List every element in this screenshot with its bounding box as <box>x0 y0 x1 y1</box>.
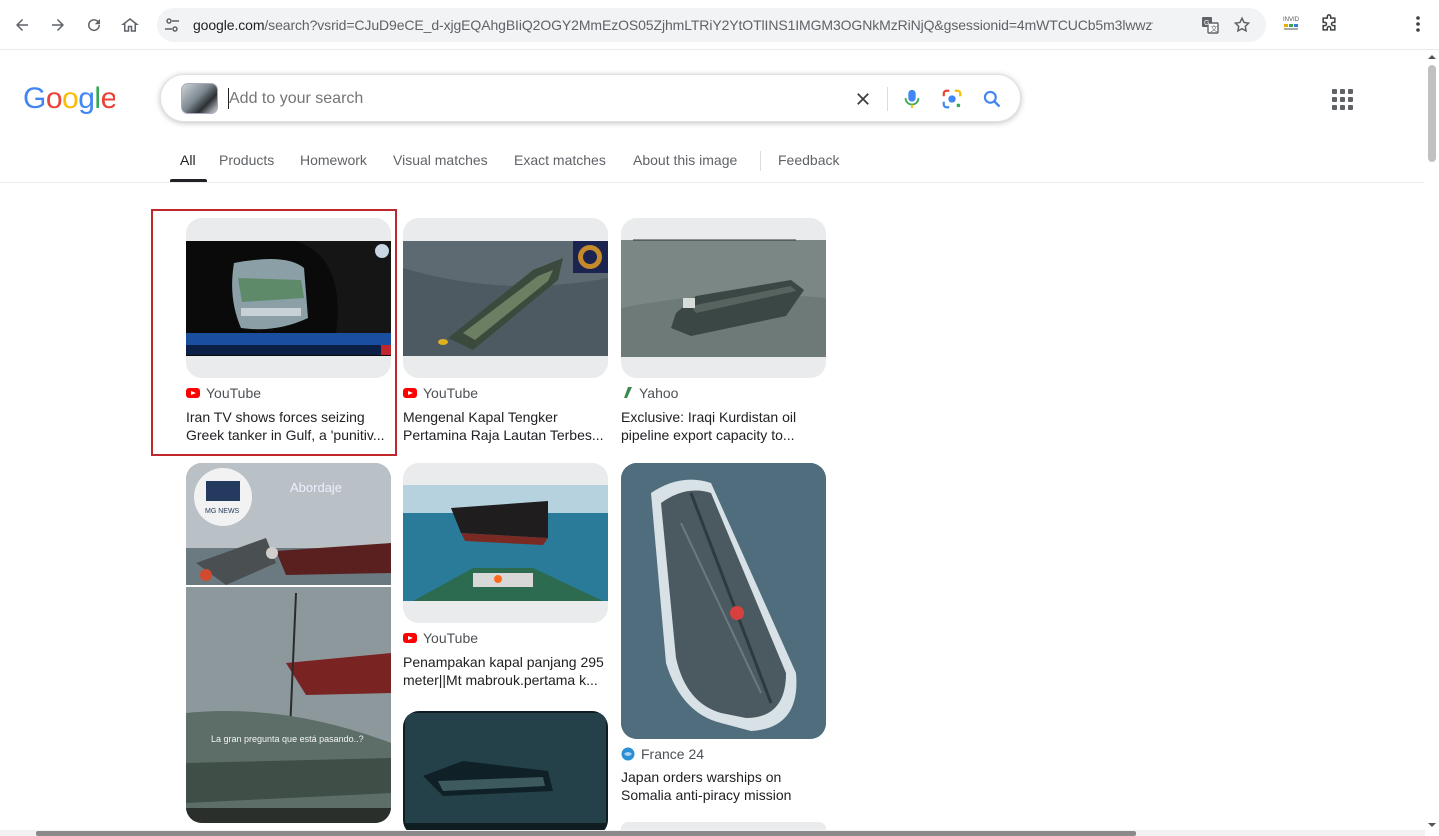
scroll-up-icon[interactable] <box>1425 52 1439 62</box>
result-source[interactable]: YouTube <box>403 630 478 646</box>
vertical-scrollbar[interactable] <box>1425 50 1439 836</box>
tab-separator <box>760 151 761 171</box>
overlay-caption: La gran pregunta que está pasando..? <box>211 734 364 744</box>
tab-feedback[interactable]: Feedback <box>778 152 839 168</box>
search-box[interactable] <box>160 74 1021 122</box>
url-host: google.com <box>193 17 265 33</box>
search-divider <box>887 87 888 111</box>
svg-text:Google: Google <box>23 82 115 115</box>
tab-all[interactable]: All <box>180 152 196 168</box>
highlight-box <box>151 209 397 456</box>
forward-button[interactable] <box>42 9 74 41</box>
reload-icon <box>88 19 101 32</box>
source-name: YouTube <box>423 385 479 401</box>
result-card[interactable]: France 24 Japan orders warships on Somal… <box>621 463 826 808</box>
scroll-down-icon[interactable] <box>1425 820 1439 830</box>
reload-button[interactable] <box>78 9 110 41</box>
clear-icon[interactable] <box>851 87 875 111</box>
url-text[interactable]: google.com/search?vsrid=CJuD9eCE_d-xjgEQ… <box>193 17 1153 33</box>
site-info-icon[interactable] <box>164 17 180 33</box>
back-button[interactable] <box>6 9 38 41</box>
result-card[interactable]: YouTube Mengenal Kapal Tengker Pertamina… <box>403 218 608 446</box>
result-thumbnail[interactable] <box>621 218 826 378</box>
browser-menu-icon[interactable] <box>1407 13 1429 35</box>
yahoo-icon <box>624 387 632 398</box>
result-thumbnail[interactable] <box>403 218 608 378</box>
tab-products[interactable]: Products <box>219 152 274 168</box>
google-apps-icon[interactable] <box>1330 87 1354 111</box>
result-thumbnail[interactable] <box>621 463 826 739</box>
youtube-icon <box>403 388 417 398</box>
result-source[interactable]: YouTube <box>403 385 478 401</box>
watermark-text: Abordaje <box>290 480 343 495</box>
home-button[interactable] <box>114 9 146 41</box>
svg-text:G: G <box>1204 20 1209 27</box>
tab-homework[interactable]: Homework <box>300 152 367 168</box>
result-thumbnail[interactable] <box>403 463 608 623</box>
bookmark-star-icon[interactable] <box>1232 15 1252 35</box>
active-tab-indicator <box>170 179 207 182</box>
translate-icon[interactable]: G文 <box>1200 15 1220 35</box>
home-icon <box>121 18 139 32</box>
result-card[interactable] <box>403 711 608 836</box>
voice-search-icon[interactable] <box>900 87 924 111</box>
tab-about-this-image[interactable]: About this image <box>633 152 737 168</box>
address-bar[interactable]: google.com/search?vsrid=CJuD9eCE_d-xjgEQ… <box>157 8 1266 42</box>
svg-text:文: 文 <box>1211 24 1218 33</box>
result-title[interactable]: Japan orders warships on Somalia anti-pi… <box>621 768 826 804</box>
back-arrow-icon <box>16 19 28 31</box>
result-title[interactable]: Penampakan kapal panjang 295 meter||Mt m… <box>403 653 608 689</box>
france24-icon <box>621 747 635 761</box>
horizontal-scroll-thumb[interactable] <box>36 831 1136 836</box>
result-title[interactable]: Mengenal Kapal Tengker Pertamina Raja La… <box>403 408 608 444</box>
forward-arrow-icon <box>52 19 64 31</box>
result-card[interactable]: Abordaje La gran pregunta que está pasan… <box>186 463 391 836</box>
query-image-thumbnail[interactable] <box>181 83 218 114</box>
search-icon[interactable] <box>980 87 1004 111</box>
result-source[interactable]: Yahoo <box>621 385 678 401</box>
scrollbar-thumb[interactable] <box>1428 65 1436 162</box>
invid-label: INVID <box>1283 17 1300 23</box>
result-source[interactable]: France 24 <box>621 746 704 762</box>
tab-visual-matches[interactable]: Visual matches <box>393 152 488 168</box>
source-name: Yahoo <box>639 385 679 401</box>
results-tabs: All Products Homework Visual matches Exa… <box>0 140 1424 183</box>
browser-toolbar: google.com/search?vsrid=CJuD9eCE_d-xjgEQ… <box>0 0 1439 50</box>
result-title[interactable]: Exclusive: Iraqi Kurdistan oil pipeline … <box>621 408 826 444</box>
result-card[interactable]: YouTube Penampakan kapal panjang 295 met… <box>403 463 608 691</box>
result-card[interactable]: Yahoo Exclusive: Iraqi Kurdistan oil pip… <box>621 218 826 446</box>
tab-exact-matches[interactable]: Exact matches <box>514 152 606 168</box>
source-name: France 24 <box>641 746 705 762</box>
result-thumbnail[interactable]: Abordaje La gran pregunta que está pasan… <box>186 463 391 823</box>
extensions-puzzle-icon[interactable] <box>1318 13 1340 35</box>
youtube-icon <box>403 633 417 643</box>
horizontal-scrollbar[interactable] <box>0 830 1425 836</box>
result-thumbnail[interactable] <box>403 711 608 836</box>
mg-news-logo: MG NEWS <box>205 508 240 515</box>
url-path: /search?vsrid=CJuD9eCE_d-xjgEQAhgBIiQ2OG… <box>264 17 1153 33</box>
google-logo[interactable]: Google <box>23 80 117 124</box>
search-input[interactable] <box>229 87 829 111</box>
invid-extension-icon[interactable]: INVID <box>1281 13 1303 35</box>
lens-icon[interactable] <box>940 87 964 111</box>
source-name: YouTube <box>423 630 479 646</box>
